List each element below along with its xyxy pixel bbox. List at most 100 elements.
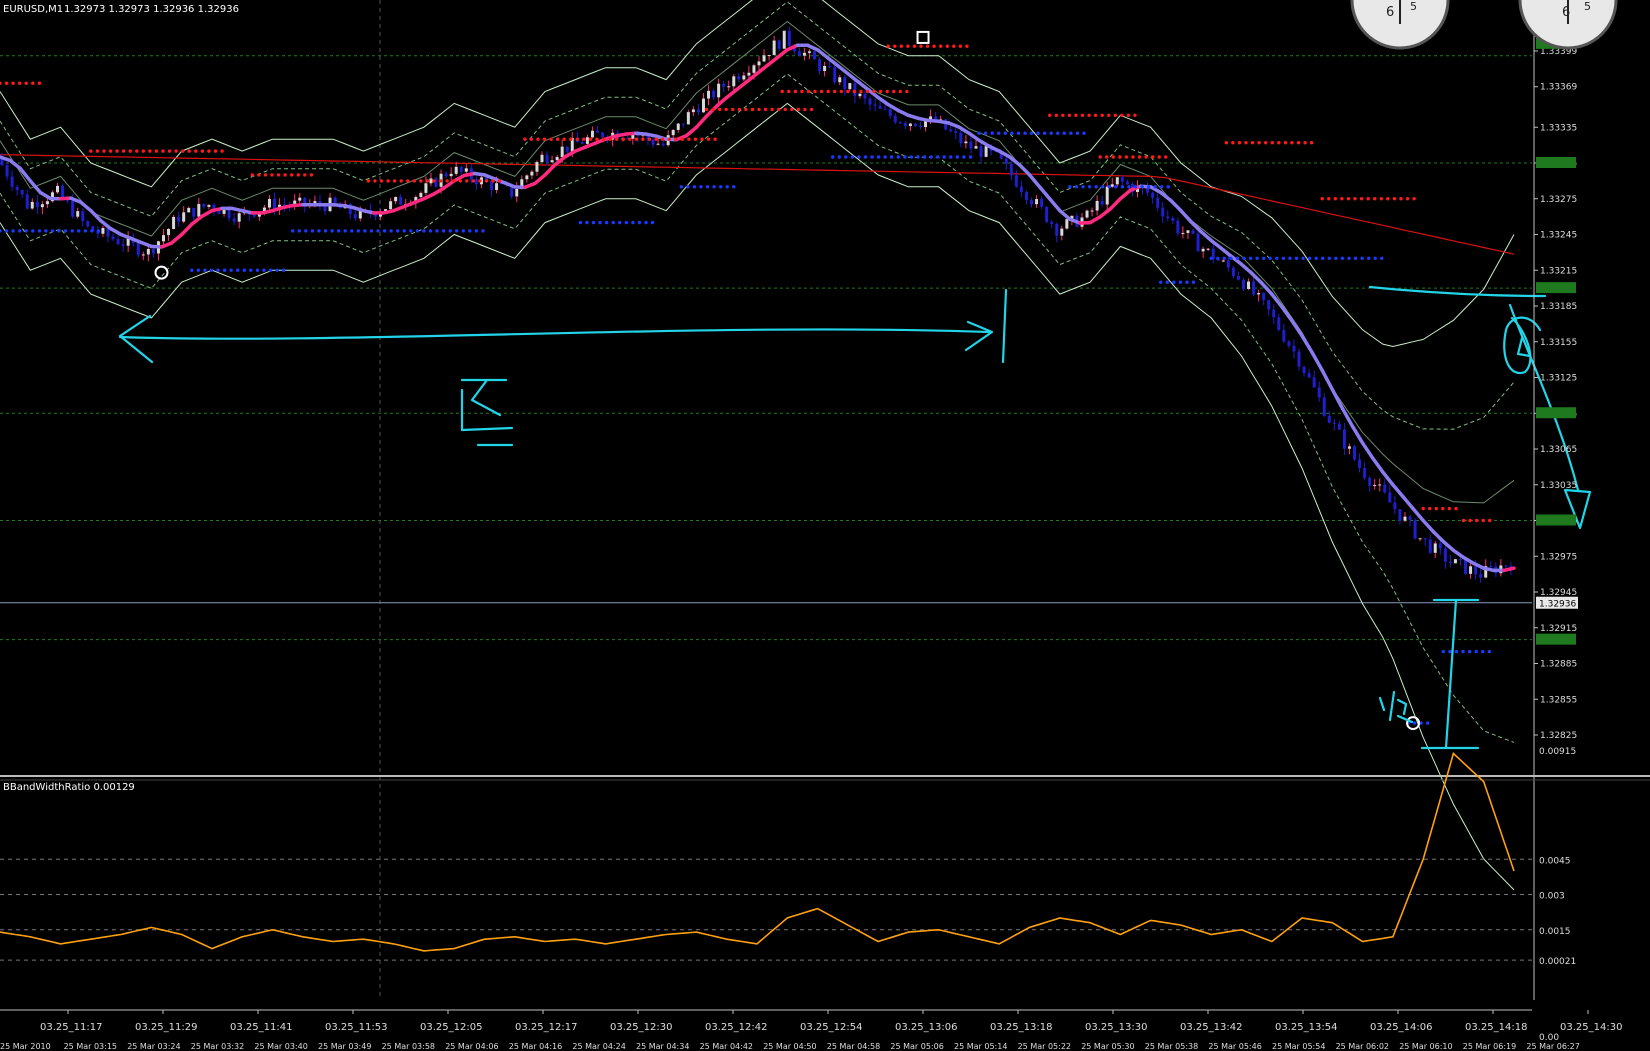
candle-body [1024,192,1028,200]
candle-body [818,59,822,71]
support-dot [1448,649,1452,654]
svg-text:6: 6 [1386,5,1394,20]
candle-body [182,212,186,222]
resistance-dot [37,81,42,85]
price-tick-label: 1.32855 [1540,695,1577,705]
resistance-dot [102,149,106,153]
support-dot [249,268,253,272]
resistance-dot [373,179,377,183]
candle-body [873,104,877,106]
resistance-dot [11,81,15,85]
resistance-dot [399,179,403,183]
resistance-dot [731,107,735,112]
resistance-dot [1379,197,1384,201]
resistance-dot [290,173,294,177]
candle-body [1166,216,1170,219]
support-dot [18,229,22,233]
candle-body [601,132,605,137]
price-tick-label: 1.32945 [1540,588,1577,598]
resistance-dot [1333,197,1338,201]
support-dot [578,220,583,225]
time-tick-label: 03.25_14:30 [1560,1022,1622,1033]
resistance-dot [1428,506,1432,511]
resistance-dot [161,149,165,153]
support-dot [376,229,380,233]
candle-body [1378,484,1382,486]
date-tick-label: 25 Mar 06:19 [1463,1042,1516,1051]
resistance-dot [1468,518,1472,523]
candle-body [1464,559,1468,574]
support-dot [936,155,940,159]
candle-body [1100,200,1104,205]
resistance-dot [1133,113,1137,118]
candle-body [394,196,398,202]
date-tick-label: 25 Mar 05:38 [1145,1042,1198,1051]
date-tick-label: 25 Mar 04:42 [700,1042,753,1051]
resistance-dot [445,179,449,183]
resistance-dot [392,179,397,183]
resistance-dot [1054,113,1059,118]
candle-body [1019,186,1023,193]
candle-body [267,198,271,208]
resistance-dot [1074,113,1078,118]
resistance-dot [386,179,390,183]
resistance-dot [865,89,870,94]
candle-body [40,204,44,208]
support-dot [591,220,596,225]
support-dot [1082,131,1086,135]
candle-body [1045,206,1049,223]
candle-body [1151,192,1155,198]
support-dot [441,229,446,233]
resistance-dot [1475,518,1479,523]
candle-body [252,214,256,217]
candle-body [732,76,736,87]
resistance-dot [1100,113,1104,118]
candle-body [1448,561,1452,564]
candle-body [1307,373,1311,378]
date-tick-label: 25 Mar 06:10 [1399,1042,1452,1051]
time-tick-label: 03.25_12:30 [610,1022,672,1033]
support-dot [1229,256,1233,260]
price-tick-label: 1.33275 [1540,195,1577,205]
resistance-dot [680,137,684,141]
candle-body [717,83,721,98]
resistance-dot [1144,155,1148,159]
candle-body [1423,538,1427,540]
resistance-dot [1481,518,1485,523]
candle-body [590,130,594,138]
resistance-dot [1447,506,1452,511]
resistance-dot [471,179,476,183]
support-dot [297,229,301,233]
resistance-dot [1093,113,1098,118]
date-tick-label: 25 Mar 05:30 [1081,1042,1134,1051]
oscillator-title: BBandWidthRatio 0.00129 [3,782,135,793]
resistance-dot [1105,155,1109,159]
candle-body [227,208,231,219]
resistance-dot [718,107,722,112]
resistance-dot [1277,141,1281,145]
resistance-dot [478,179,482,183]
candle-body [888,109,892,116]
resistance-dot [148,149,152,153]
support-dot [1003,131,1007,135]
support-dot [850,155,855,159]
candle-body [712,90,716,98]
candle-body [121,244,125,246]
candle-body [525,175,529,180]
candle-body [1090,210,1094,212]
resistance-dot [366,179,371,183]
resistance-dot [783,107,787,112]
date-tick-label: 25 Mar 04:50 [763,1042,816,1051]
candle-body [681,123,685,125]
resistance-dot [257,173,261,177]
candle-body [1221,260,1225,262]
candle-body [1171,218,1175,221]
support-dot [44,229,48,233]
candle-body [878,105,882,109]
resistance-dot [654,137,658,141]
date-tick-label: 25 Mar 04:06 [445,1042,498,1051]
candle-body [1347,446,1351,449]
candle-body [424,183,428,193]
support-dot [389,229,393,233]
candle-body [974,146,978,149]
